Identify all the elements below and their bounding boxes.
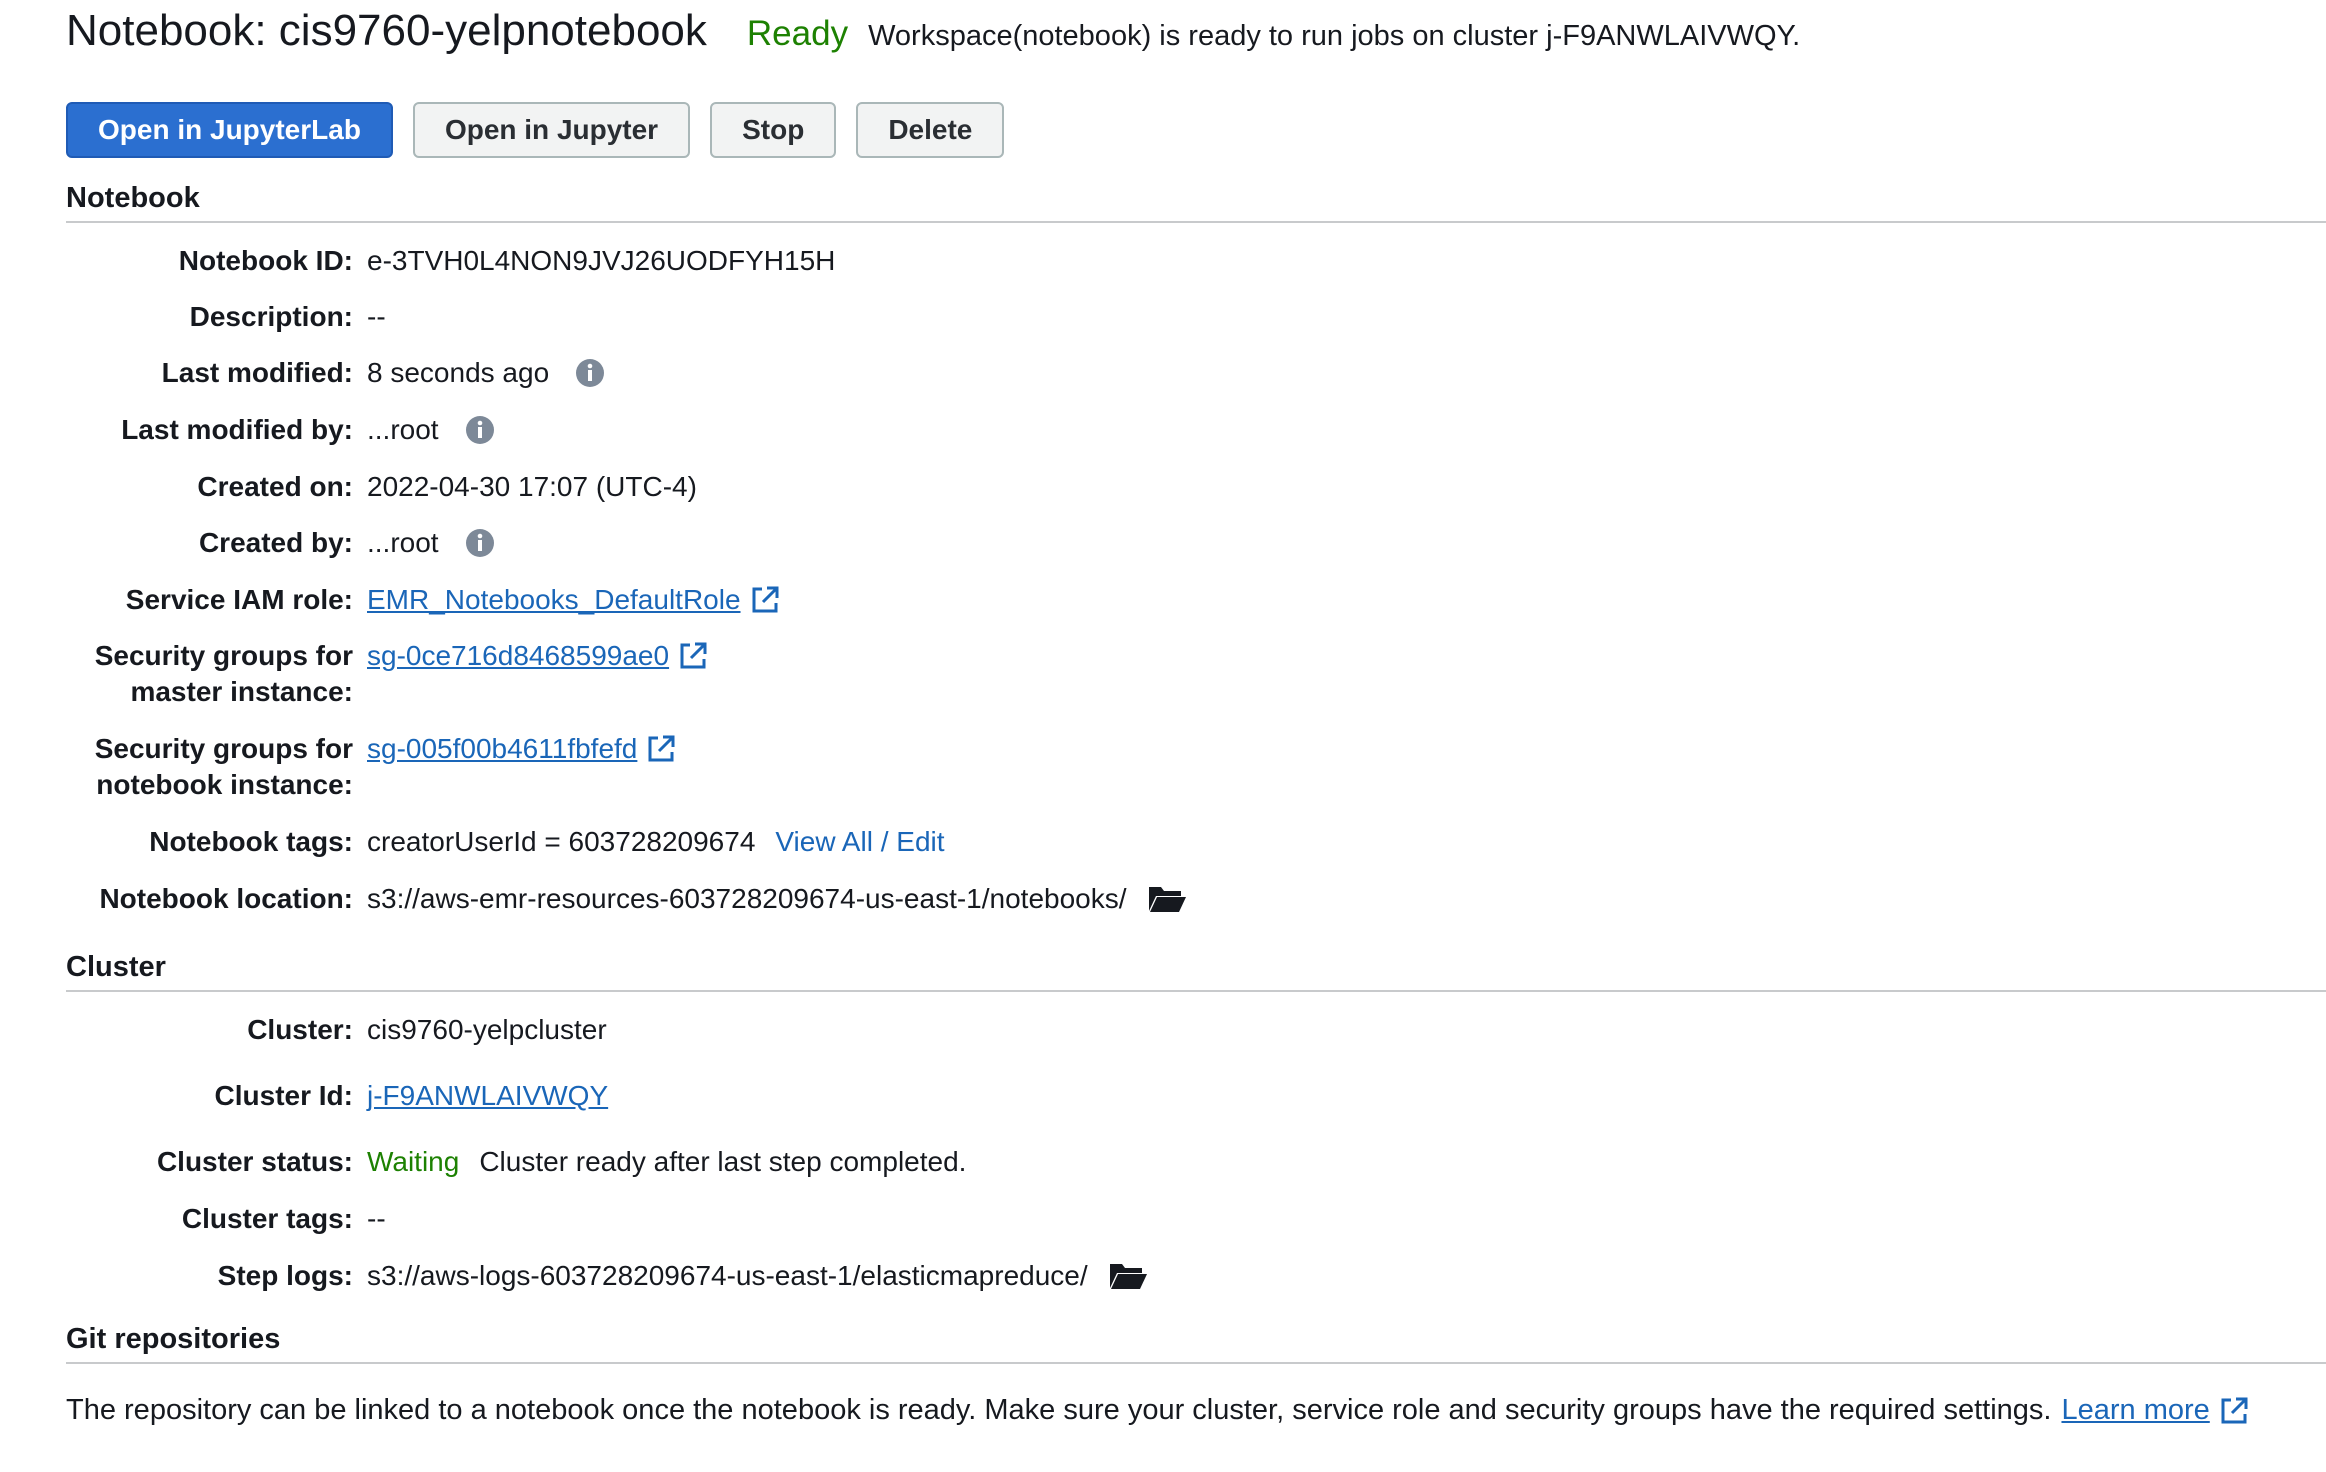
description-value: -- (367, 301, 386, 332)
cluster-id-row: Cluster Id: j-F9ANWLAIVWQY (66, 1078, 2326, 1144)
cluster-name-value: cis9760-yelpcluster (367, 1014, 607, 1045)
created-by-label: Created by: (198, 527, 353, 558)
notebook-location-row: Notebook location: s3://aws-emr-resource… (66, 881, 2326, 937)
sg-master-label-line2: master instance: (130, 676, 353, 707)
cluster-status-row: Cluster status: Waiting Cluster ready af… (66, 1144, 2326, 1201)
service-iam-role-row: Service IAM role: EMR_Notebooks_DefaultR… (66, 582, 2326, 638)
git-section-title: Git repositories (66, 1323, 2326, 1364)
view-all-edit-link[interactable]: View All / Edit (775, 824, 944, 860)
cluster-id-value-group: j-F9ANWLAIVWQY (367, 1078, 608, 1114)
last-modified-by-row: Last modified by: ...root (66, 412, 2326, 469)
folder-open-icon[interactable] (1108, 1260, 1148, 1292)
last-modified-by-value-group: ...root (367, 412, 495, 448)
cluster-status-message: Cluster ready after last step completed. (479, 1146, 967, 1177)
cluster-status-label: Cluster status: (156, 1146, 353, 1177)
delete-button[interactable]: Delete (856, 102, 1005, 158)
notebook-location-value-group: s3://aws-emr-resources-603728209674-us-e… (367, 881, 1187, 917)
status-message: Workspace(notebook) is ready to run jobs… (868, 20, 1801, 52)
notebook-section-title: Notebook (66, 182, 2326, 223)
last-modified-row: Last modified: 8 seconds ago (66, 355, 2326, 412)
sg-notebook-row: Security groups for notebook instance: s… (66, 731, 2326, 824)
sg-notebook-label-line2: notebook instance: (96, 769, 353, 800)
info-icon[interactable] (465, 415, 495, 445)
notebook-tags-label: Notebook tags: (149, 826, 353, 857)
sg-master-value-group: sg-0ce716d8468599ae0 (367, 638, 709, 674)
step-logs-value: s3://aws-logs-603728209674-us-east-1/ela… (367, 1260, 1088, 1291)
open-in-jupyter-button[interactable]: Open in Jupyter (412, 102, 691, 158)
cluster-section-title: Cluster (66, 951, 2326, 992)
stop-button[interactable]: Stop (710, 102, 837, 158)
description-row: Description: -- (66, 299, 2326, 355)
external-link-icon[interactable] (677, 640, 709, 672)
status-badge: Ready (746, 14, 849, 53)
cluster-status-value-group: Waiting Cluster ready after last step co… (367, 1144, 966, 1180)
action-toolbar: Open in JupyterLab Open in Jupyter Stop … (66, 102, 2326, 158)
external-link-icon[interactable] (749, 584, 781, 616)
external-link-icon[interactable] (645, 733, 677, 765)
notebook-location-label: Notebook location: (99, 883, 353, 914)
last-modified-by-label: Last modified by: (121, 414, 353, 445)
sg-notebook-label: Security groups for notebook instance: (66, 731, 367, 803)
service-iam-role-value-group: EMR_Notebooks_DefaultRole (367, 582, 781, 618)
sg-master-label: Security groups for master instance: (66, 638, 367, 710)
cluster-tags-row: Cluster tags: -- (66, 1201, 2326, 1258)
cluster-id-label: Cluster Id: (214, 1080, 353, 1111)
external-link-icon[interactable] (2218, 1395, 2250, 1427)
description-label: Description: (189, 301, 353, 332)
page-header: Notebook: cis9760-yelpnotebook Ready Wor… (66, 0, 2326, 84)
sg-notebook-value-group: sg-005f00b4611fbfefd (367, 731, 677, 767)
cluster-id-link[interactable]: j-F9ANWLAIVWQY (367, 1078, 608, 1114)
open-in-jupyterlab-button[interactable]: Open in JupyterLab (66, 102, 393, 158)
notebook-location-value: s3://aws-emr-resources-603728209674-us-e… (367, 883, 1127, 914)
cluster-tags-label: Cluster tags: (181, 1203, 353, 1234)
step-logs-label: Step logs: (217, 1260, 353, 1291)
last-modified-label: Last modified: (161, 357, 353, 388)
notebook-tags-value: creatorUserId = 603728209674 (367, 826, 756, 857)
cluster-status-badge: Waiting (367, 1146, 460, 1177)
info-icon[interactable] (465, 528, 495, 558)
service-iam-role-label: Service IAM role: (125, 584, 353, 615)
cluster-tags-value: -- (367, 1203, 386, 1234)
last-modified-value: 8 seconds ago (367, 357, 550, 388)
git-description: The repository can be linked to a notebo… (66, 1394, 2052, 1426)
created-on-value: 2022-04-30 17:07 (UTC-4) (367, 471, 697, 502)
sg-master-row: Security groups for master instance: sg-… (66, 638, 2326, 731)
last-modified-value-group: 8 seconds ago (367, 355, 605, 391)
step-logs-row: Step logs: s3://aws-logs-603728209674-us… (66, 1258, 2326, 1313)
sg-master-label-line1: Security groups for (94, 640, 353, 671)
info-icon[interactable] (575, 358, 605, 388)
sg-notebook-link[interactable]: sg-005f00b4611fbfefd (367, 731, 637, 767)
cluster-details: Cluster: cis9760-yelpcluster Cluster Id:… (66, 1012, 2326, 1313)
service-iam-role-link[interactable]: EMR_Notebooks_DefaultRole (367, 582, 741, 618)
created-on-row: Created on: 2022-04-30 17:07 (UTC-4) (66, 469, 2326, 525)
created-by-value: ...root (367, 527, 439, 558)
notebook-id-value: e-3TVH0L4NON9JVJ26UODFYH15H (367, 245, 836, 276)
notebook-tags-value-group: creatorUserId = 603728209674 View All / … (367, 824, 945, 860)
notebook-details: Notebook ID: e-3TVH0L4NON9JVJ26UODFYH15H… (66, 243, 2326, 937)
learn-more-link[interactable]: Learn more (2061, 1394, 2209, 1427)
sg-notebook-label-line1: Security groups for (94, 733, 353, 764)
notebook-detail-page: Notebook: cis9760-yelpnotebook Ready Wor… (0, 0, 2326, 1427)
page-title: Notebook: cis9760-yelpnotebook (66, 6, 707, 55)
step-logs-value-group: s3://aws-logs-603728209674-us-east-1/ela… (367, 1258, 1148, 1294)
last-modified-by-value: ...root (367, 414, 439, 445)
folder-open-icon[interactable] (1147, 883, 1187, 915)
notebook-id-row: Notebook ID: e-3TVH0L4NON9JVJ26UODFYH15H (66, 243, 2326, 299)
created-by-value-group: ...root (367, 525, 495, 561)
cluster-name-row: Cluster: cis9760-yelpcluster (66, 1012, 2326, 1078)
cluster-name-label: Cluster: (247, 1014, 353, 1045)
notebook-tags-row: Notebook tags: creatorUserId = 603728209… (66, 824, 2326, 881)
sg-master-link[interactable]: sg-0ce716d8468599ae0 (367, 638, 669, 674)
git-info-text: The repository can be linked to a notebo… (66, 1394, 2326, 1427)
created-on-label: Created on: (197, 471, 353, 502)
created-by-row: Created by: ...root (66, 525, 2326, 582)
notebook-id-label: Notebook ID: (178, 245, 353, 276)
